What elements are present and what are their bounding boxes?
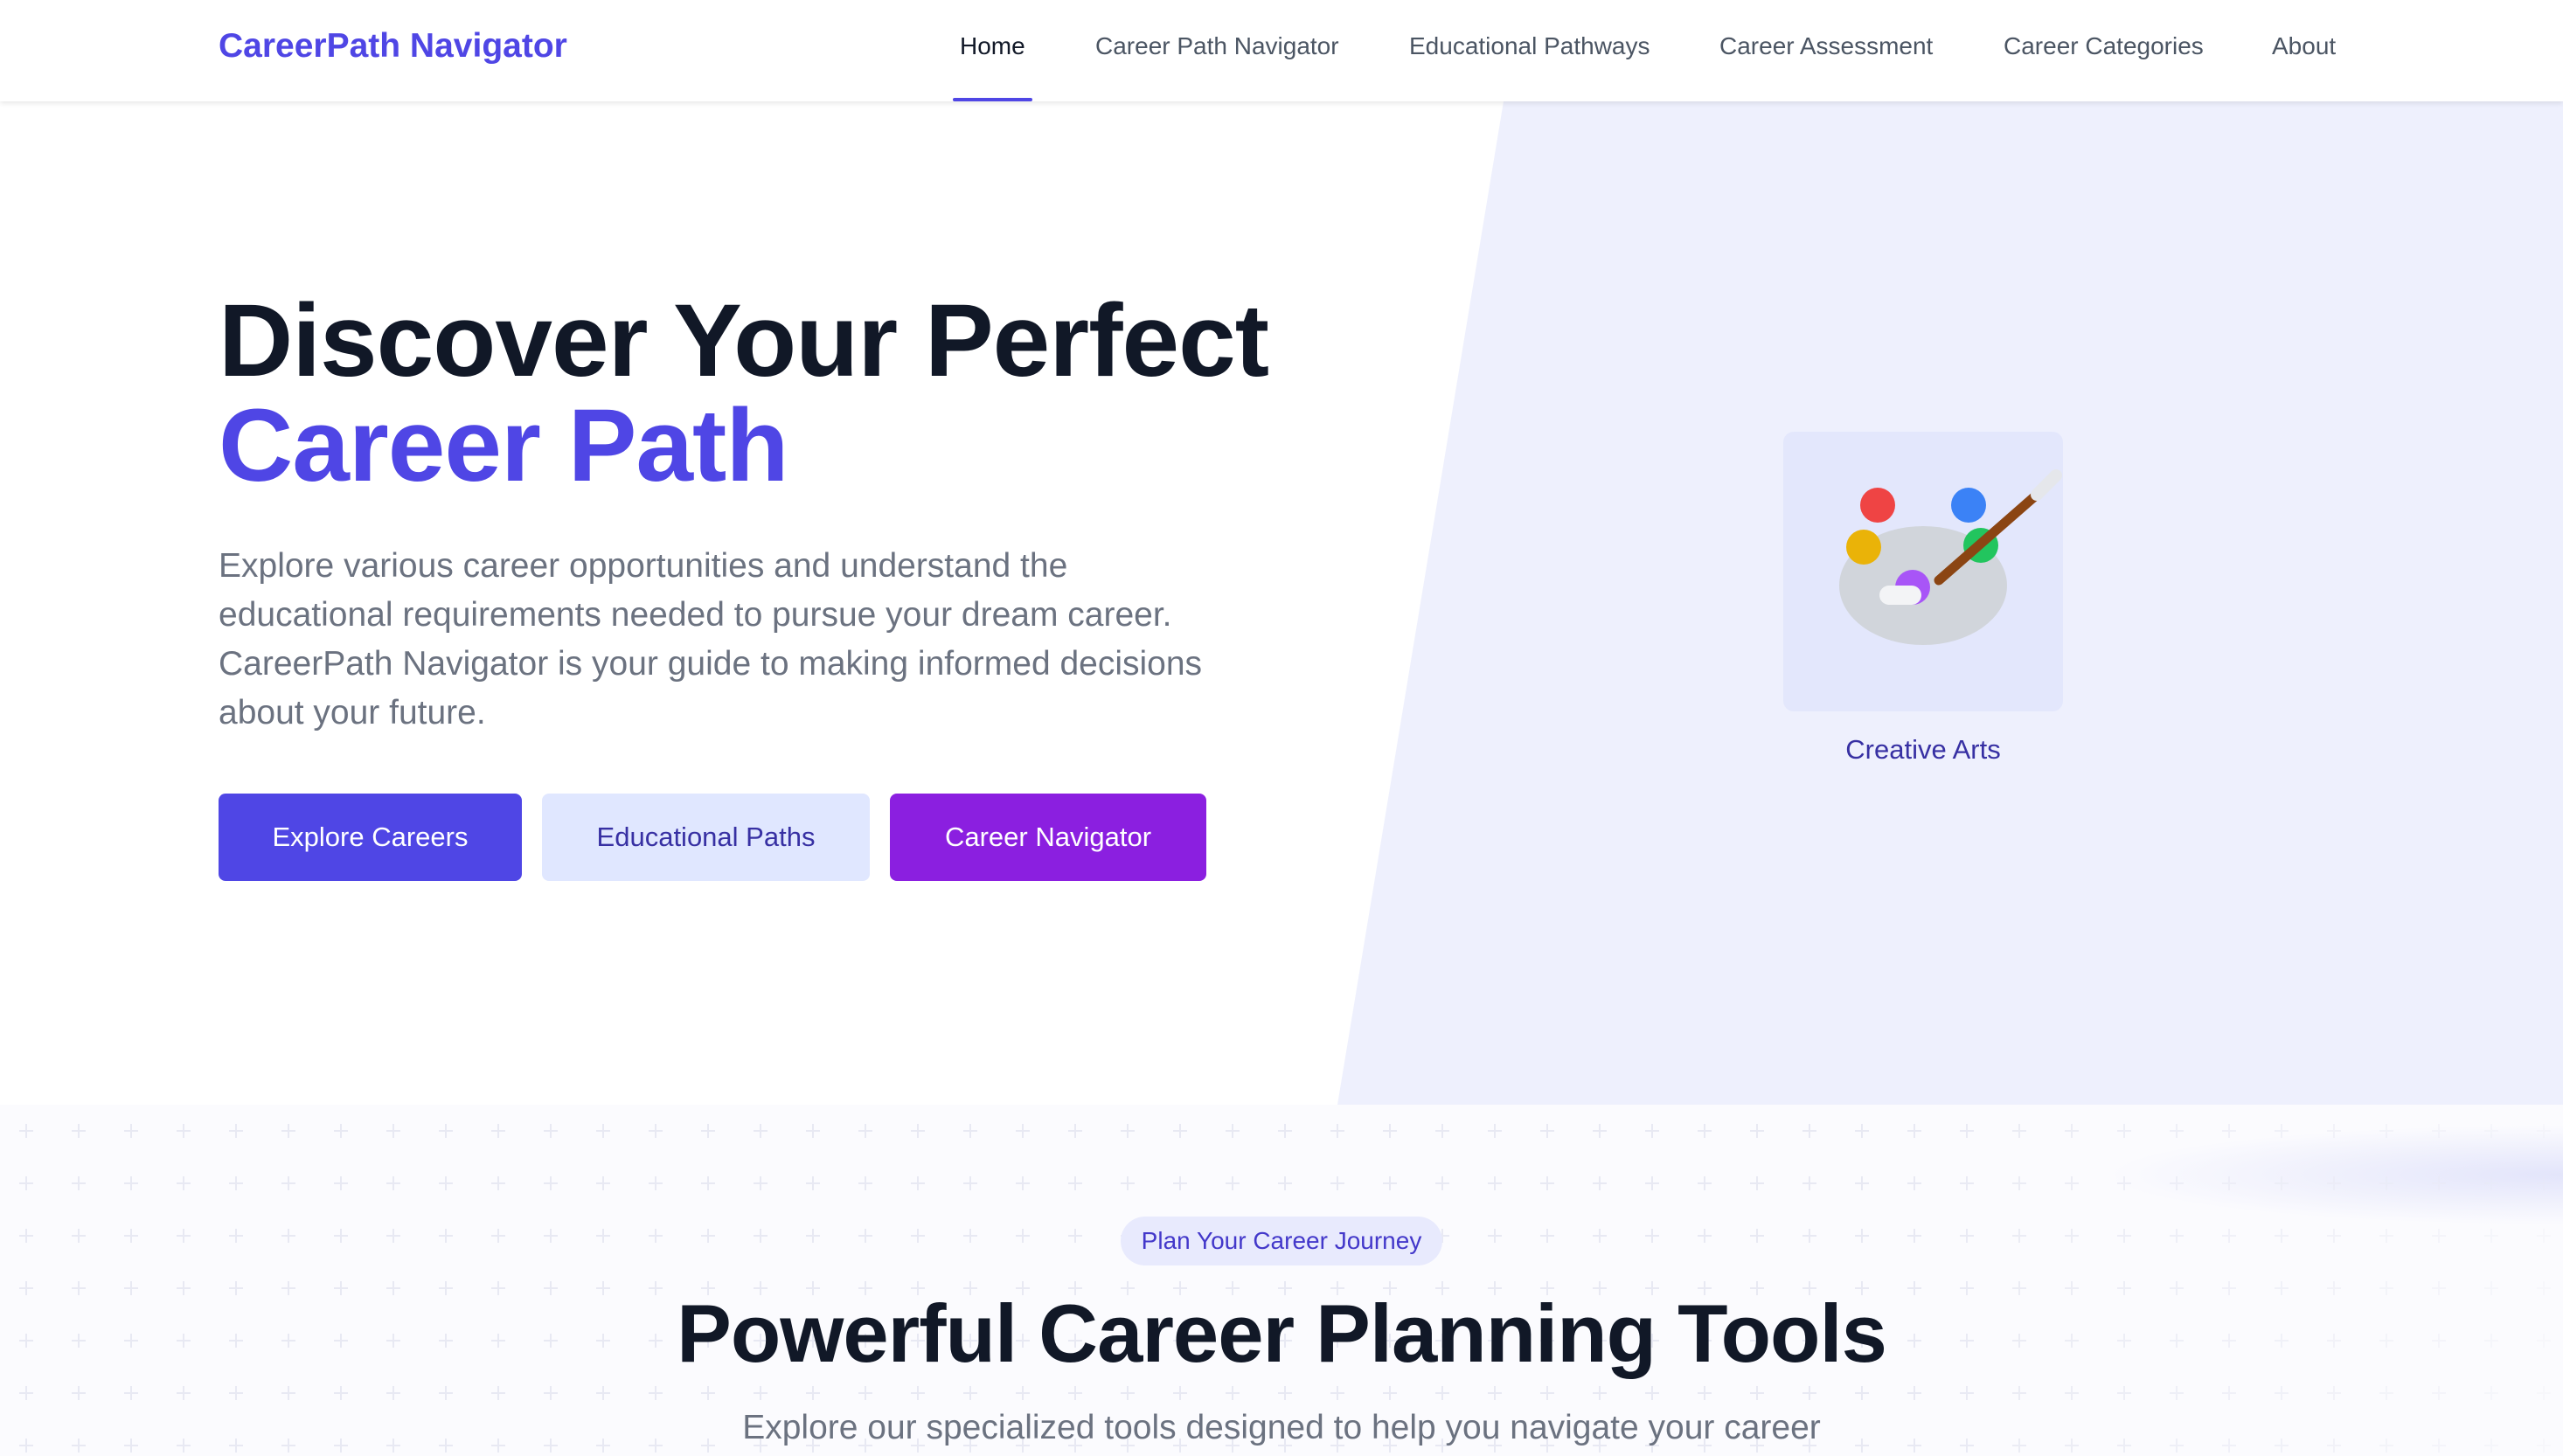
nav-link-career-assessment[interactable]: Career Assessment	[1719, 0, 1933, 101]
section-badge: Plan Your Career Journey	[1121, 1217, 1442, 1265]
nav-link-about[interactable]: About	[2272, 0, 2336, 101]
educational-paths-button[interactable]: Educational Paths	[542, 794, 870, 881]
career-navigator-button[interactable]: Career Navigator	[890, 794, 1206, 881]
hero-description: Explore various career opportunities and…	[219, 547, 1203, 731]
brand-logo[interactable]: CareerPath Navigator	[219, 24, 567, 68]
hero-title-accent: Career Path	[219, 388, 788, 503]
hero-title-line-1: Discover Your Perfect	[219, 283, 1269, 399]
nav-link-career-path-navigator[interactable]: Career Path Navigator	[1095, 0, 1339, 101]
nav-link-career-categories[interactable]: Career Categories	[2004, 0, 2204, 101]
category-label[interactable]: Creative Arts	[1713, 734, 2133, 766]
tools-section-subtitle: Explore our specialized tools designed t…	[742, 1409, 1821, 1446]
nav-link-educational-pathways[interactable]: Educational Pathways	[1409, 0, 1650, 101]
category-card-creative-arts[interactable]	[1783, 432, 2063, 711]
nav-link-home[interactable]: Home	[953, 0, 1032, 101]
hero-title: Discover Your Perfect Career Path	[219, 288, 1269, 503]
top-navigation: CareerPath Navigator Home Career Path Na…	[0, 0, 2563, 101]
explore-careers-button[interactable]: Explore Careers	[219, 794, 522, 881]
tools-section-title: Powerful Career Planning Tools	[677, 1287, 1887, 1379]
palette-icon	[1839, 469, 2062, 645]
